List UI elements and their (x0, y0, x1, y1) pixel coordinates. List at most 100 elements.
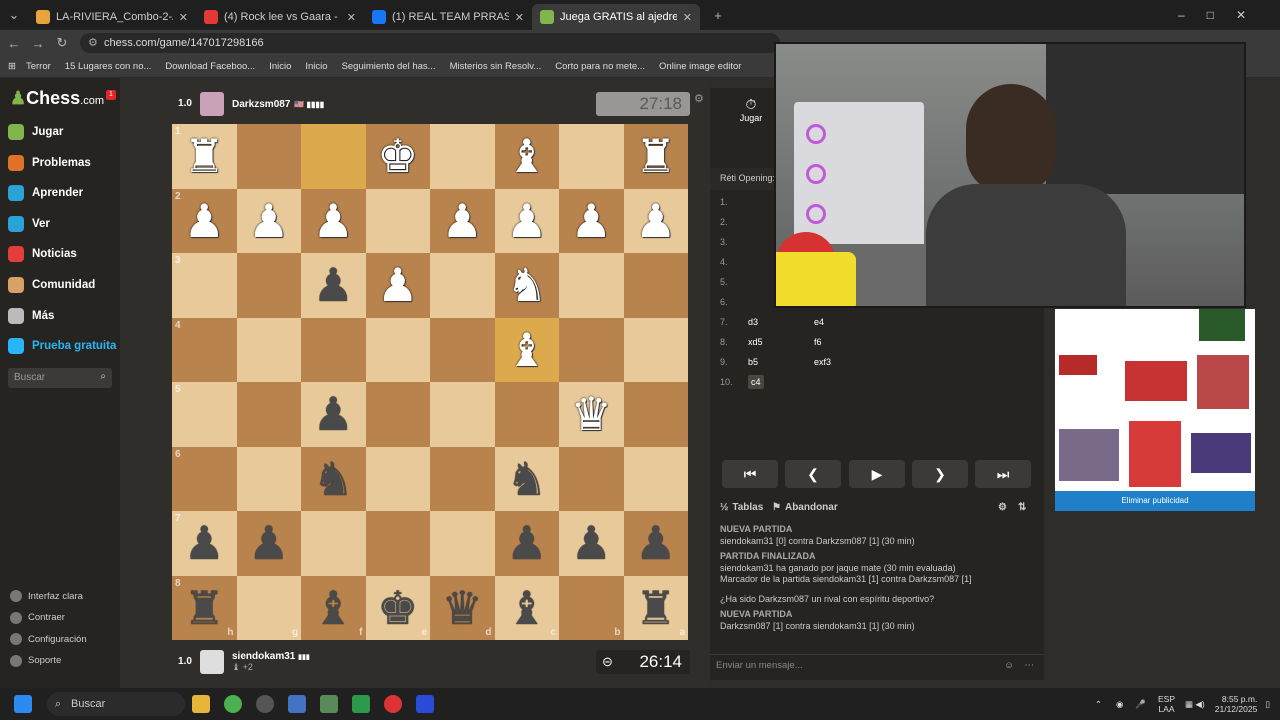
board-square[interactable] (236, 446, 301, 511)
black-rook-piece[interactable]: ♜ (635, 585, 676, 631)
board-square[interactable] (559, 124, 624, 189)
prev-move-button[interactable]: ❮ (785, 460, 841, 488)
board-square[interactable] (623, 382, 688, 447)
board-square[interactable]: ♟ (236, 511, 301, 576)
board-square[interactable]: ♟ (236, 188, 301, 253)
chevron-up-icon[interactable]: ⌃ (1095, 699, 1102, 710)
black-bishop-piece[interactable]: ♝ (506, 585, 547, 631)
board-square[interactable] (430, 446, 495, 511)
bottom-player-avatar[interactable] (200, 650, 224, 674)
bookmark-item[interactable]: Online image editor (659, 61, 741, 72)
url-input[interactable]: ⚙ chess.com/game/147017298166 (80, 33, 780, 53)
top-player-name[interactable]: Darkzsm087 (232, 99, 290, 110)
apps-icon[interactable]: ⊞ (8, 61, 16, 72)
board-square[interactable] (301, 317, 366, 382)
black-move[interactable]: f6 (814, 337, 874, 347)
board-square[interactable] (430, 317, 495, 382)
black-pawn-piece[interactable]: ♟ (571, 520, 612, 566)
black-rook-piece[interactable]: ♜ (184, 585, 225, 631)
white-pawn-piece[interactable]: ♟ (571, 198, 612, 244)
language-indicator[interactable]: ESP LAA (1158, 694, 1175, 714)
board-square[interactable] (430, 382, 495, 447)
white-move[interactable]: d3 (748, 317, 814, 327)
bookmark-item[interactable]: Inicio (305, 61, 327, 72)
taskbar-search[interactable]: ⌕ Buscar (47, 692, 185, 716)
white-knight-piece[interactable]: ♞ (506, 262, 547, 308)
reload-icon[interactable]: ↻ (50, 35, 74, 51)
bookmark-item[interactable]: Download Faceboo... (165, 61, 255, 72)
close-icon[interactable]: ✕ (683, 11, 692, 24)
sidebar-footer-item[interactable]: Soporte (10, 654, 61, 667)
board-square[interactable]: ♜ (623, 124, 688, 189)
browser-tab[interactable]: LA-RIVIERA_Combo-2-Asados- ✕ (28, 4, 196, 30)
site-info-icon[interactable]: ⚙ (88, 33, 98, 53)
board-square[interactable]: d ♛ (430, 575, 495, 640)
black-pawn-piece[interactable]: ♟ (248, 520, 289, 566)
sidebar-item[interactable]: Problemas (8, 154, 91, 171)
board-square[interactable] (559, 317, 624, 382)
app-icon[interactable] (384, 695, 402, 713)
bookmark-item[interactable]: Inicio (269, 61, 291, 72)
resign-button[interactable]: ⚑ Abandonar (772, 502, 838, 513)
back-icon[interactable]: ← (2, 36, 26, 51)
bookmark-item[interactable]: Misterios sin Resolv... (450, 61, 542, 72)
board-square[interactable]: a ♜ (623, 575, 688, 640)
board-square[interactable] (623, 446, 688, 511)
board-square[interactable] (236, 253, 301, 318)
board-square[interactable] (623, 253, 688, 318)
black-pawn-piece[interactable]: ♟ (313, 262, 354, 308)
black-pawn-piece[interactable]: ♟ (313, 391, 354, 437)
board-square[interactable]: ♝ (494, 124, 559, 189)
board-square[interactable] (365, 382, 430, 447)
board-square[interactable]: ♚ (365, 124, 430, 189)
black-knight-piece[interactable]: ♞ (506, 456, 547, 502)
board-square[interactable]: ♟ (494, 188, 559, 253)
board-square[interactable] (559, 446, 624, 511)
board-square[interactable] (365, 511, 430, 576)
board-square[interactable]: ♟ (623, 511, 688, 576)
board-square[interactable] (301, 124, 366, 189)
new-tab-button[interactable]: + (706, 8, 730, 23)
share-icon[interactable]: ⚙ (998, 502, 1007, 513)
white-rook-piece[interactable]: ♜ (184, 133, 225, 179)
emoji-icon[interactable]: ☺ (1004, 660, 1014, 671)
app-tray-icon[interactable]: ◉ (1116, 699, 1123, 710)
bookmark-item[interactable]: 15 Lugares con no... (65, 61, 152, 72)
bookmark-item[interactable]: Terror (26, 61, 51, 72)
board-square[interactable]: 5 (172, 382, 237, 447)
top-player-avatar[interactable] (200, 92, 224, 116)
board-square[interactable]: f ♝ (301, 575, 366, 640)
board-square[interactable] (365, 317, 430, 382)
white-rook-piece[interactable]: ♜ (635, 133, 676, 179)
windows-start-icon[interactable] (14, 695, 32, 713)
sidebar-item[interactable]: Prueba gratuita (8, 338, 116, 355)
white-bishop-piece[interactable]: ♝ (506, 327, 547, 373)
flip-board-icon[interactable]: ⇅ (1018, 502, 1026, 513)
notifications-icon[interactable]: ▯ (1265, 699, 1270, 710)
white-queen-piece[interactable]: ♛ (571, 391, 612, 437)
board-square[interactable] (301, 511, 366, 576)
black-move[interactable]: exf3 (814, 357, 874, 367)
sidebar-footer-item[interactable]: Configuración (10, 633, 87, 645)
black-queen-piece[interactable]: ♛ (442, 585, 483, 631)
next-move-button[interactable]: ❯ (912, 460, 968, 488)
black-move[interactable]: e4 (814, 317, 874, 327)
app-icon[interactable] (288, 695, 306, 713)
board-square[interactable] (430, 253, 495, 318)
chat-message-input[interactable]: Enviar un mensaje... ☺ ⋯ (710, 654, 1044, 676)
board-square[interactable]: ♞ (301, 446, 366, 511)
first-move-button[interactable]: ⏮ (722, 460, 778, 488)
browser-tab[interactable]: (1) REAL TEAM PRRAS! | Faceb ✕ (364, 4, 532, 30)
board-square[interactable]: 4 (172, 317, 237, 382)
chesscom-logo[interactable]: ♟Chess.com (10, 88, 104, 109)
advertisement[interactable]: Eliminar publicidad (1055, 309, 1255, 511)
search-icon[interactable]: ⌕ (100, 371, 106, 382)
board-square[interactable]: ♟ (430, 188, 495, 253)
board-square[interactable]: g (236, 575, 301, 640)
board-square[interactable]: 3 (172, 253, 237, 318)
white-pawn-piece[interactable]: ♟ (248, 198, 289, 244)
sidebar-item[interactable]: Más (8, 307, 54, 324)
white-pawn-piece[interactable]: ♟ (313, 198, 354, 244)
forward-icon[interactable]: → (26, 36, 50, 51)
close-icon[interactable]: ✕ (179, 11, 188, 24)
